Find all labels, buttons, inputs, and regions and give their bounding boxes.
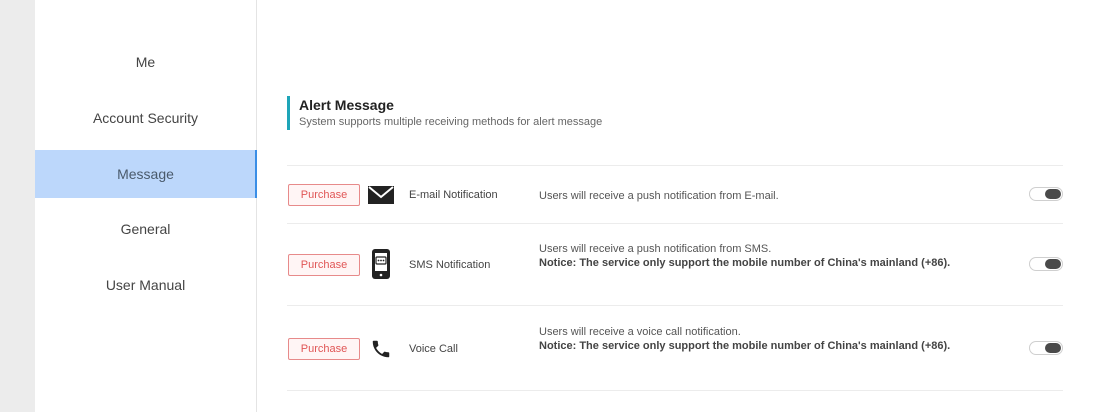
sms-service-name: SMS Notification bbox=[409, 259, 491, 271]
email-description-text: Users will receive a push notification f… bbox=[539, 190, 779, 202]
sms-notice-text: Notice: The service only support the mob… bbox=[539, 257, 951, 269]
section-title: Alert Message bbox=[299, 97, 394, 113]
settings-card: Me Account Security Message General User… bbox=[35, 0, 1105, 412]
settings-sidebar: Me Account Security Message General User… bbox=[35, 0, 257, 412]
sms-purchase-button[interactable]: Purchase bbox=[288, 254, 360, 276]
sms-notification-row: Purchase SMS Notification Users will rec… bbox=[287, 223, 1063, 306]
voice-call-toggle[interactable] bbox=[1029, 341, 1063, 355]
sidebar-item-general[interactable]: General bbox=[35, 205, 256, 253]
sidebar-item-message[interactable]: Message bbox=[35, 150, 257, 198]
sms-description-text: Users will receive a push notification f… bbox=[539, 243, 772, 255]
email-notification-toggle[interactable] bbox=[1029, 187, 1063, 201]
sidebar-item-account-security[interactable]: Account Security bbox=[35, 94, 256, 142]
sidebar-item-me[interactable]: Me bbox=[35, 38, 256, 86]
toggle-knob bbox=[1045, 259, 1061, 269]
toggle-knob bbox=[1045, 343, 1061, 353]
voice-purchase-button[interactable]: Purchase bbox=[288, 338, 360, 360]
voice-call-row: Purchase Voice Call Users will receive a… bbox=[287, 305, 1063, 391]
section-subtitle: System supports multiple receiving metho… bbox=[299, 116, 603, 128]
sms-notification-toggle[interactable] bbox=[1029, 257, 1063, 271]
alert-message-header: Alert Message System supports multiple r… bbox=[287, 96, 602, 130]
sidebar-item-user-manual[interactable]: User Manual bbox=[35, 261, 256, 309]
toggle-knob bbox=[1045, 189, 1061, 199]
message-settings-panel: Alert Message System supports multiple r… bbox=[257, 0, 1105, 412]
envelope-icon bbox=[367, 181, 395, 209]
voice-service-description: Users will receive a voice call notifica… bbox=[539, 325, 999, 353]
email-service-name: E-mail Notification bbox=[409, 189, 498, 201]
sms-phone-icon bbox=[367, 249, 395, 279]
email-purchase-button[interactable]: Purchase bbox=[288, 184, 360, 206]
voice-service-name: Voice Call bbox=[409, 343, 458, 355]
email-notification-row: Purchase E-mail Notification Users will … bbox=[287, 165, 1063, 224]
sms-service-description: Users will receive a push notification f… bbox=[539, 242, 999, 270]
phone-handset-icon bbox=[367, 335, 395, 363]
voice-description-text: Users will receive a voice call notifica… bbox=[539, 326, 741, 338]
email-service-description: Users will receive a push notification f… bbox=[539, 189, 999, 203]
voice-notice-text: Notice: The service only support the mob… bbox=[539, 340, 951, 352]
